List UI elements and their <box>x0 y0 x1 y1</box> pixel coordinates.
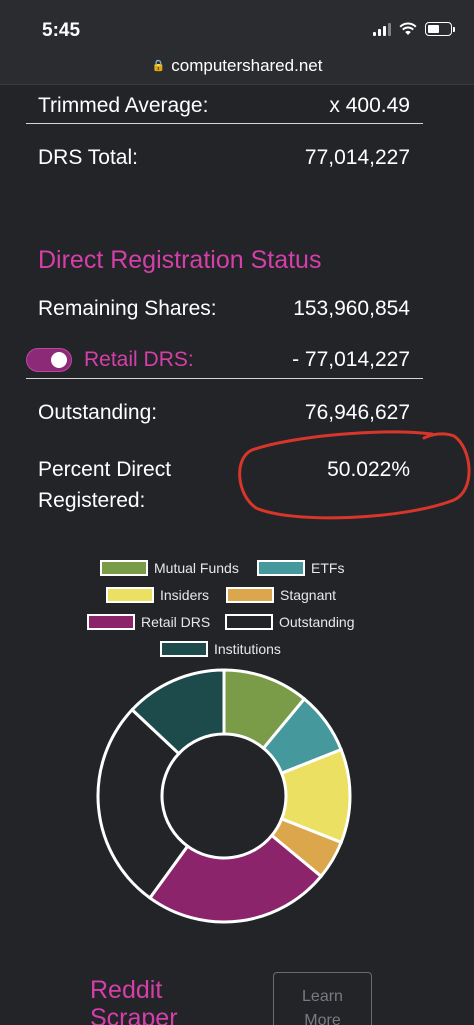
drs-total-row: DRS Total: 77,014,227 <box>38 146 410 170</box>
legend-swatch <box>225 614 273 630</box>
reddit-scraper-title: Reddit Scraper <box>90 976 178 1025</box>
percent-label-line2: Registered: <box>38 489 146 512</box>
toggle-knob <box>51 352 67 368</box>
legend-label: Insiders <box>160 587 210 603</box>
section-title: Direct Registration Status <box>38 246 322 274</box>
remaining-shares-row: Remaining Shares: 153,960,854 <box>38 297 410 321</box>
remaining-shares-value: 153,960,854 <box>293 297 410 320</box>
legend-swatch <box>106 587 154 603</box>
drs-total-value: 77,014,227 <box>304 146 410 169</box>
status-bar: 5:45 <box>0 0 474 56</box>
learn-more-button[interactable]: Learn More <box>273 972 372 1025</box>
legend-item[interactable]: Mutual Funds <box>100 560 239 576</box>
legend-label: ETFs <box>311 560 345 576</box>
clock: 5:45 <box>42 20 81 41</box>
battery-icon <box>425 22 455 36</box>
trimmed-average-label: Trimmed Average: <box>38 94 209 117</box>
outstanding-value: 76,946,627 <box>304 401 410 424</box>
legend-label: Institutions <box>214 641 281 657</box>
legend-item[interactable]: Institutions <box>160 641 281 657</box>
remaining-shares-label: Remaining Shares: <box>38 297 217 320</box>
retail-drs-row: Retail DRS: - 77,014,227 <box>84 348 410 372</box>
legend-item[interactable]: Retail DRS <box>87 614 210 630</box>
legend-label: Retail DRS <box>141 614 211 630</box>
wifi-icon <box>399 22 417 35</box>
legend-swatch <box>100 560 148 576</box>
percent-registered-label: Percent Direct Registered: <box>38 454 171 516</box>
legend-swatch <box>257 560 305 576</box>
outstanding-row: Outstanding: 76,946,627 <box>38 401 410 425</box>
legend-item[interactable]: Outstanding <box>225 614 355 630</box>
donut-chart <box>96 668 352 924</box>
percent-label-line1: Percent Direct <box>38 458 172 481</box>
learn-line2: More <box>304 1012 341 1025</box>
address-bar[interactable]: 🔒 computershared.net <box>0 56 474 84</box>
retail-drs-value: - 77,014,227 <box>292 348 410 371</box>
reddit-title-line2: Scraper <box>90 1004 178 1025</box>
drs-total-label: DRS Total: <box>38 146 138 169</box>
browser-divider <box>0 84 474 85</box>
lock-icon: 🔒 <box>151 60 166 72</box>
divider <box>26 378 423 379</box>
red-circle-annotation <box>238 430 471 520</box>
divider <box>26 123 423 124</box>
legend-label: Stagnant <box>280 587 337 603</box>
retail-drs-label: Retail DRS: <box>84 348 194 371</box>
legend-item[interactable]: Insiders <box>106 587 209 603</box>
legend-swatch <box>160 641 208 657</box>
trimmed-average-value: x 400.49 <box>329 94 410 117</box>
legend-item[interactable]: Stagnant <box>226 587 336 603</box>
legend-label: Outstanding <box>279 614 355 630</box>
trimmed-average-row: Trimmed Average: x 400.49 <box>38 94 410 118</box>
legend-swatch <box>87 614 135 630</box>
learn-line1: Learn <box>302 988 343 1005</box>
legend-item[interactable]: ETFs <box>257 560 344 576</box>
signal-icon <box>373 22 391 36</box>
retail-drs-toggle[interactable] <box>26 348 72 372</box>
legend-label: Mutual Funds <box>154 560 239 576</box>
legend-swatch <box>226 587 274 603</box>
outstanding-label: Outstanding: <box>38 401 158 424</box>
status-icons <box>373 22 455 36</box>
url-text: computershared.net <box>171 56 323 75</box>
reddit-title-line1: Reddit <box>90 976 163 1004</box>
